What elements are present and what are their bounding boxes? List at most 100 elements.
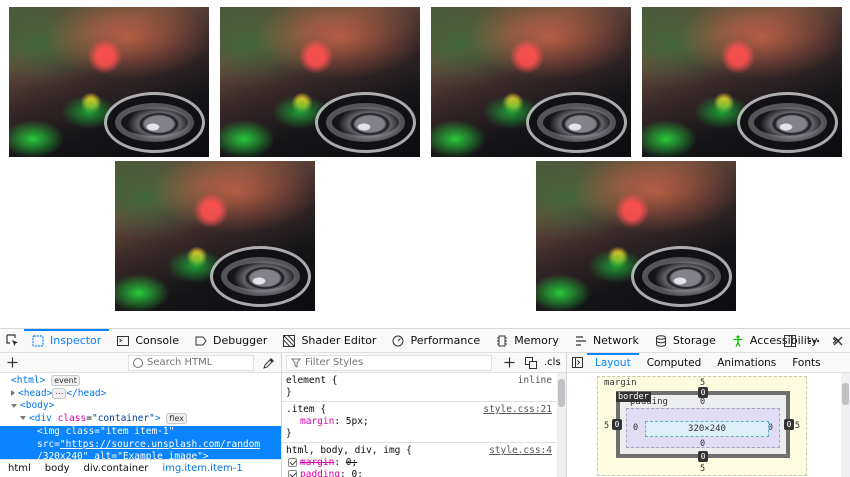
content-box[interactable]: 320×240 xyxy=(645,421,769,437)
memory-icon xyxy=(497,335,508,346)
collapse-arrow-icon[interactable] xyxy=(20,416,26,420)
dock-side-icon xyxy=(784,335,796,347)
rules-pane: Filter Styles .cls element { } inline .i… xyxy=(282,353,567,477)
cls-toggle-button[interactable]: .cls xyxy=(544,357,561,368)
tag-div: <div xyxy=(29,412,52,424)
property-checkbox[interactable] xyxy=(288,470,297,477)
margin-left-value[interactable]: 5 xyxy=(604,421,609,431)
toggle-sidebar-button[interactable] xyxy=(567,357,587,368)
rule-source[interactable]: inline xyxy=(518,375,552,387)
filter-styles-input[interactable]: Filter Styles xyxy=(286,354,492,371)
padding-left-value[interactable]: 0 xyxy=(633,423,638,433)
breadcrumb: html body div.container img.item.item-1 xyxy=(0,459,281,477)
example-image-4[interactable] xyxy=(642,7,842,157)
rules-scrollbar[interactable] xyxy=(557,373,566,477)
tab-label: Network xyxy=(592,334,639,347)
ellipsis-icon xyxy=(808,339,820,343)
search-html-input[interactable]: Search HTML xyxy=(128,354,254,371)
example-image-5[interactable] xyxy=(115,161,315,311)
tag-html: <html> xyxy=(11,375,46,386)
margin-bottom-value[interactable]: 5 xyxy=(700,464,705,474)
search-icon xyxy=(133,357,143,368)
margin-right-value[interactable]: 5 xyxy=(795,421,800,431)
margin-label: margin xyxy=(604,378,637,388)
rule-brace: } xyxy=(286,428,292,439)
attr-name: class xyxy=(57,412,87,424)
tree-line-div[interactable]: <div class="container"> flex xyxy=(0,412,281,426)
dock-side-button[interactable] xyxy=(778,329,802,353)
markup-toolbar: Search HTML xyxy=(0,353,281,373)
property-value[interactable]: 0; xyxy=(352,469,363,477)
property-name[interactable]: padding xyxy=(300,469,340,477)
border-right-value[interactable]: 0 xyxy=(784,419,794,430)
attr-name: class xyxy=(65,426,95,437)
breadcrumb-item-current[interactable]: img.item.item-1 xyxy=(162,463,242,474)
tab-debugger[interactable]: Debugger xyxy=(187,329,275,353)
property-value[interactable]: 5px; xyxy=(346,416,369,427)
padding-label: padding xyxy=(630,397,668,407)
filter-placeholder: Filter Styles xyxy=(305,357,364,368)
rule-brace: { xyxy=(320,404,327,415)
border-bottom-value[interactable]: 0 xyxy=(698,451,708,462)
padding-box: padding 0 0 0 0 320×240 xyxy=(626,397,780,449)
scrollbar-thumb[interactable] xyxy=(842,383,849,405)
flex-badge[interactable]: flex xyxy=(166,412,187,424)
padding-top-value[interactable]: 0 xyxy=(700,397,705,407)
shader-editor-icon xyxy=(283,334,296,347)
breadcrumb-item[interactable]: html xyxy=(8,463,31,474)
toggle-pseudo-classes-button[interactable] xyxy=(520,356,542,369)
breadcrumb-item[interactable]: div.container xyxy=(84,463,149,474)
tab-network[interactable]: Network xyxy=(567,329,647,353)
close-devtools-button[interactable] xyxy=(826,329,850,353)
rule-source[interactable]: style.css:4 xyxy=(489,445,552,457)
add-rule-button[interactable] xyxy=(498,357,520,368)
tree-line-head[interactable]: <head> ⋯ </head> xyxy=(0,387,281,401)
tab-animations[interactable]: Animations xyxy=(709,353,784,373)
example-image-3[interactable] xyxy=(431,7,631,157)
property-checkbox[interactable] xyxy=(288,458,297,467)
scrollbar-thumb[interactable] xyxy=(558,379,565,407)
example-image-2[interactable] xyxy=(220,7,420,157)
rule-source[interactable]: style.css:21 xyxy=(483,404,552,416)
options-menu-button[interactable] xyxy=(802,329,826,353)
attr-name: src xyxy=(37,438,55,450)
collapsed-badge[interactable]: ⋯ xyxy=(52,387,67,399)
selected-node-img[interactable]: <img class="item item-1" src="https://so… xyxy=(0,426,281,464)
example-image-1[interactable] xyxy=(9,7,209,157)
property-name[interactable]: margin xyxy=(300,457,334,468)
eyedropper-icon xyxy=(263,357,274,369)
tab-shader-editor[interactable]: Shader Editor xyxy=(275,329,384,353)
layout-scrollbar[interactable] xyxy=(841,373,850,477)
eyedropper-button[interactable] xyxy=(258,357,280,369)
tab-fonts[interactable]: Fonts xyxy=(784,353,828,373)
border-box: border 0 0 0 0 padding 0 0 0 0 320×240 xyxy=(612,387,794,462)
border-left-value[interactable]: 0 xyxy=(612,419,622,430)
add-node-button[interactable] xyxy=(0,357,24,368)
rule-reset: html, body, div, img { margin: 0; paddin… xyxy=(282,443,566,477)
collapse-arrow-icon[interactable] xyxy=(11,403,17,408)
padding-bottom-value[interactable]: 0 xyxy=(700,439,705,449)
tab-console[interactable]: Console xyxy=(109,329,187,353)
attr-value: "https://source.unsplash.com/random xyxy=(59,438,261,450)
tab-performance[interactable]: Performance xyxy=(384,329,488,353)
tab-inspector[interactable]: Inspector xyxy=(24,328,110,353)
tab-storage[interactable]: Storage xyxy=(647,329,724,353)
breadcrumb-item[interactable]: body xyxy=(45,463,70,474)
box-model: margin 5 5 5 5 border 0 0 0 0 padding 0 … xyxy=(597,376,807,476)
console-icon xyxy=(117,335,130,346)
expand-arrow-icon[interactable] xyxy=(11,390,15,396)
property-value[interactable]: 0; xyxy=(346,457,357,468)
tab-computed[interactable]: Computed xyxy=(639,353,710,373)
event-badge[interactable]: event xyxy=(51,375,80,386)
tree-line-html[interactable]: <html> event xyxy=(0,375,281,388)
tree-line-body[interactable]: <body> xyxy=(0,400,281,413)
example-image-6[interactable] xyxy=(536,161,736,311)
tab-label: Storage xyxy=(672,334,716,347)
property-name[interactable]: margin xyxy=(300,416,334,427)
tab-layout[interactable]: Layout xyxy=(587,352,639,373)
element-picker-button[interactable] xyxy=(0,329,24,353)
content-size: 320×240 xyxy=(688,424,726,434)
tab-memory[interactable]: Memory xyxy=(488,329,567,353)
network-icon xyxy=(575,335,586,346)
rule-item: .item { margin: 5px; } style.css:21 xyxy=(282,402,566,443)
